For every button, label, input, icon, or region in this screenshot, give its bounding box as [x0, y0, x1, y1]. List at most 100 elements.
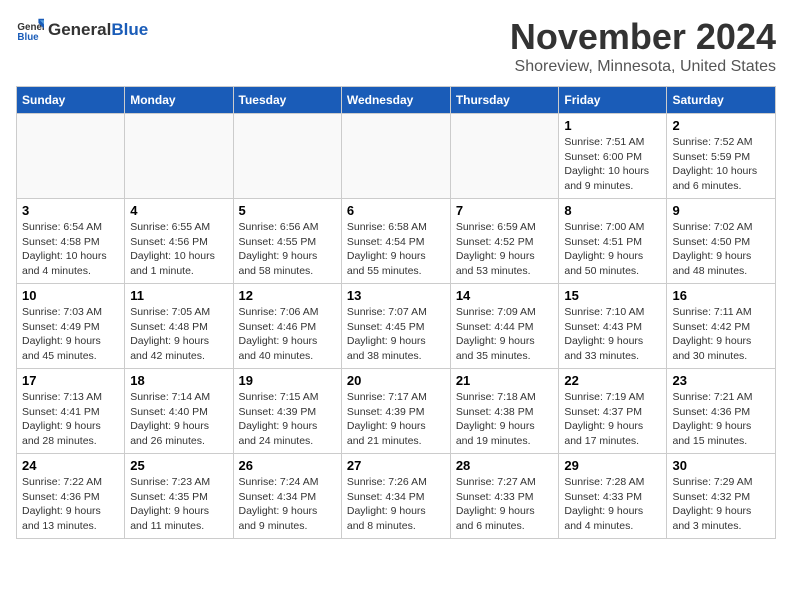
- logo-icon: General Blue: [16, 16, 44, 44]
- calendar-cell: 5 Sunrise: 6:56 AMSunset: 4:55 PMDaylight…: [233, 199, 341, 284]
- calendar-cell: [233, 114, 341, 199]
- day-info: Sunrise: 7:19 AMSunset: 4:37 PMDaylight:…: [564, 390, 661, 449]
- day-info: Sunrise: 7:51 AMSunset: 6:00 PMDaylight:…: [564, 135, 661, 194]
- calendar-cell: [341, 114, 450, 199]
- day-number: 13: [347, 288, 445, 303]
- svg-text:Blue: Blue: [17, 32, 39, 43]
- logo: General Blue General Blue: [16, 16, 148, 44]
- day-info: Sunrise: 7:15 AMSunset: 4:39 PMDaylight:…: [239, 390, 336, 449]
- day-info: Sunrise: 7:22 AMSunset: 4:36 PMDaylight:…: [22, 475, 119, 534]
- day-info: Sunrise: 7:03 AMSunset: 4:49 PMDaylight:…: [22, 305, 119, 364]
- week-row-4: 17Sunrise: 7:13 AMSunset: 4:41 PMDayligh…: [17, 369, 776, 454]
- day-number: 3: [22, 203, 119, 218]
- day-info: Sunrise: 7:18 AMSunset: 4:38 PMDaylight:…: [456, 390, 554, 449]
- day-number: 19: [239, 373, 336, 388]
- day-info: Sunrise: 7:07 AMSunset: 4:45 PMDaylight:…: [347, 305, 445, 364]
- calendar-cell: 23 Sunrise: 7:21 AMSunset: 4:36 PMDayligh…: [667, 369, 776, 454]
- day-info: Sunrise: 7:13 AMSunset: 4:41 PMDaylight:…: [22, 390, 119, 449]
- day-number: 21: [456, 373, 554, 388]
- day-number: 20: [347, 373, 445, 388]
- calendar-cell: 29Sunrise: 7:28 AMSunset: 4:33 PMDayligh…: [559, 454, 667, 539]
- calendar-cell: 6Sunrise: 6:58 AMSunset: 4:54 PMDaylight…: [341, 199, 450, 284]
- calendar-cell: 24 Sunrise: 7:22 AMSunset: 4:36 PMDayligh…: [17, 454, 125, 539]
- day-number: 15: [564, 288, 661, 303]
- week-row-1: 1 Sunrise: 7:51 AMSunset: 6:00 PMDaylight…: [17, 114, 776, 199]
- day-info: Sunrise: 7:52 AMSunset: 5:59 PMDaylight:…: [672, 135, 770, 194]
- day-info: Sunrise: 6:56 AMSunset: 4:55 PMDaylight:…: [239, 220, 336, 279]
- calendar-cell: 14 Sunrise: 7:09 AMSunset: 4:44 PMDayligh…: [450, 284, 559, 369]
- calendar-cell: 26Sunrise: 7:24 AMSunset: 4:34 PMDayligh…: [233, 454, 341, 539]
- day-number: 30: [672, 458, 770, 473]
- calendar-cell: 7 Sunrise: 6:59 AMSunset: 4:52 PMDaylight…: [450, 199, 559, 284]
- calendar-cell: 1 Sunrise: 7:51 AMSunset: 6:00 PMDaylight…: [559, 114, 667, 199]
- day-number: 1: [564, 118, 661, 133]
- title-area: November 2024 Shoreview, Minnesota, Unit…: [510, 16, 776, 76]
- logo-general-text: General: [48, 20, 111, 40]
- day-number: 23: [672, 373, 770, 388]
- location-title: Shoreview, Minnesota, United States: [510, 58, 776, 76]
- calendar-cell: 16 Sunrise: 7:11 AMSunset: 4:42 PMDayligh…: [667, 284, 776, 369]
- calendar-cell: 3 Sunrise: 6:54 AMSunset: 4:58 PMDaylight…: [17, 199, 125, 284]
- day-number: 10: [22, 288, 119, 303]
- day-number: 9: [672, 203, 770, 218]
- day-info: Sunrise: 7:06 AMSunset: 4:46 PMDaylight:…: [239, 305, 336, 364]
- logo-blue-text: Blue: [111, 20, 148, 40]
- day-number: 14: [456, 288, 554, 303]
- day-info: Sunrise: 6:59 AMSunset: 4:52 PMDaylight:…: [456, 220, 554, 279]
- day-number: 2: [672, 118, 770, 133]
- weekday-header-saturday: Saturday: [667, 87, 776, 114]
- weekday-header-thursday: Thursday: [450, 87, 559, 114]
- day-number: 24: [22, 458, 119, 473]
- weekday-header-friday: Friday: [559, 87, 667, 114]
- calendar-cell: 20 Sunrise: 7:17 AMSunset: 4:39 PMDayligh…: [341, 369, 450, 454]
- calendar-cell: 22Sunrise: 7:19 AMSunset: 4:37 PMDayligh…: [559, 369, 667, 454]
- day-number: 8: [564, 203, 661, 218]
- day-number: 28: [456, 458, 554, 473]
- day-info: Sunrise: 7:11 AMSunset: 4:42 PMDaylight:…: [672, 305, 770, 364]
- day-number: 4: [130, 203, 227, 218]
- week-row-2: 3 Sunrise: 6:54 AMSunset: 4:58 PMDaylight…: [17, 199, 776, 284]
- day-number: 11: [130, 288, 227, 303]
- calendar-cell: 25Sunrise: 7:23 AMSunset: 4:35 PMDayligh…: [125, 454, 233, 539]
- calendar-cell: 8 Sunrise: 7:00 AMSunset: 4:51 PMDaylight…: [559, 199, 667, 284]
- calendar-cell: 18 Sunrise: 7:14 AMSunset: 4:40 PMDayligh…: [125, 369, 233, 454]
- day-number: 5: [239, 203, 336, 218]
- calendar-cell: 11Sunrise: 7:05 AMSunset: 4:48 PMDayligh…: [125, 284, 233, 369]
- weekday-header-monday: Monday: [125, 87, 233, 114]
- week-row-3: 10 Sunrise: 7:03 AMSunset: 4:49 PMDayligh…: [17, 284, 776, 369]
- day-info: Sunrise: 7:10 AMSunset: 4:43 PMDaylight:…: [564, 305, 661, 364]
- day-info: Sunrise: 7:26 AMSunset: 4:34 PMDaylight:…: [347, 475, 445, 534]
- calendar-cell: 2 Sunrise: 7:52 AMSunset: 5:59 PMDaylight…: [667, 114, 776, 199]
- calendar-cell: [17, 114, 125, 199]
- day-info: Sunrise: 7:24 AMSunset: 4:34 PMDaylight:…: [239, 475, 336, 534]
- day-info: Sunrise: 6:54 AMSunset: 4:58 PMDaylight:…: [22, 220, 119, 279]
- calendar-cell: 4 Sunrise: 6:55 AMSunset: 4:56 PMDaylight…: [125, 199, 233, 284]
- weekday-header-sunday: Sunday: [17, 87, 125, 114]
- day-info: Sunrise: 7:09 AMSunset: 4:44 PMDaylight:…: [456, 305, 554, 364]
- day-info: Sunrise: 7:02 AMSunset: 4:50 PMDaylight:…: [672, 220, 770, 279]
- calendar-cell: 13 Sunrise: 7:07 AMSunset: 4:45 PMDayligh…: [341, 284, 450, 369]
- day-number: 18: [130, 373, 227, 388]
- day-number: 7: [456, 203, 554, 218]
- calendar-cell: 27 Sunrise: 7:26 AMSunset: 4:34 PMDayligh…: [341, 454, 450, 539]
- calendar: SundayMondayTuesdayWednesdayThursdayFrid…: [16, 86, 776, 539]
- calendar-cell: 28Sunrise: 7:27 AMSunset: 4:33 PMDayligh…: [450, 454, 559, 539]
- day-number: 25: [130, 458, 227, 473]
- day-number: 27: [347, 458, 445, 473]
- weekday-header-wednesday: Wednesday: [341, 87, 450, 114]
- day-info: Sunrise: 7:21 AMSunset: 4:36 PMDaylight:…: [672, 390, 770, 449]
- day-info: Sunrise: 7:00 AMSunset: 4:51 PMDaylight:…: [564, 220, 661, 279]
- header: General Blue General Blue November 2024 …: [16, 16, 776, 76]
- day-number: 6: [347, 203, 445, 218]
- month-title: November 2024: [510, 16, 776, 58]
- calendar-cell: 12Sunrise: 7:06 AMSunset: 4:46 PMDayligh…: [233, 284, 341, 369]
- calendar-cell: 10 Sunrise: 7:03 AMSunset: 4:49 PMDayligh…: [17, 284, 125, 369]
- day-number: 16: [672, 288, 770, 303]
- day-info: Sunrise: 7:14 AMSunset: 4:40 PMDaylight:…: [130, 390, 227, 449]
- calendar-cell: 30 Sunrise: 7:29 AMSunset: 4:32 PMDayligh…: [667, 454, 776, 539]
- day-info: Sunrise: 7:17 AMSunset: 4:39 PMDaylight:…: [347, 390, 445, 449]
- day-info: Sunrise: 6:55 AMSunset: 4:56 PMDaylight:…: [130, 220, 227, 279]
- weekday-header-tuesday: Tuesday: [233, 87, 341, 114]
- calendar-cell: 9 Sunrise: 7:02 AMSunset: 4:50 PMDaylight…: [667, 199, 776, 284]
- day-info: Sunrise: 7:29 AMSunset: 4:32 PMDaylight:…: [672, 475, 770, 534]
